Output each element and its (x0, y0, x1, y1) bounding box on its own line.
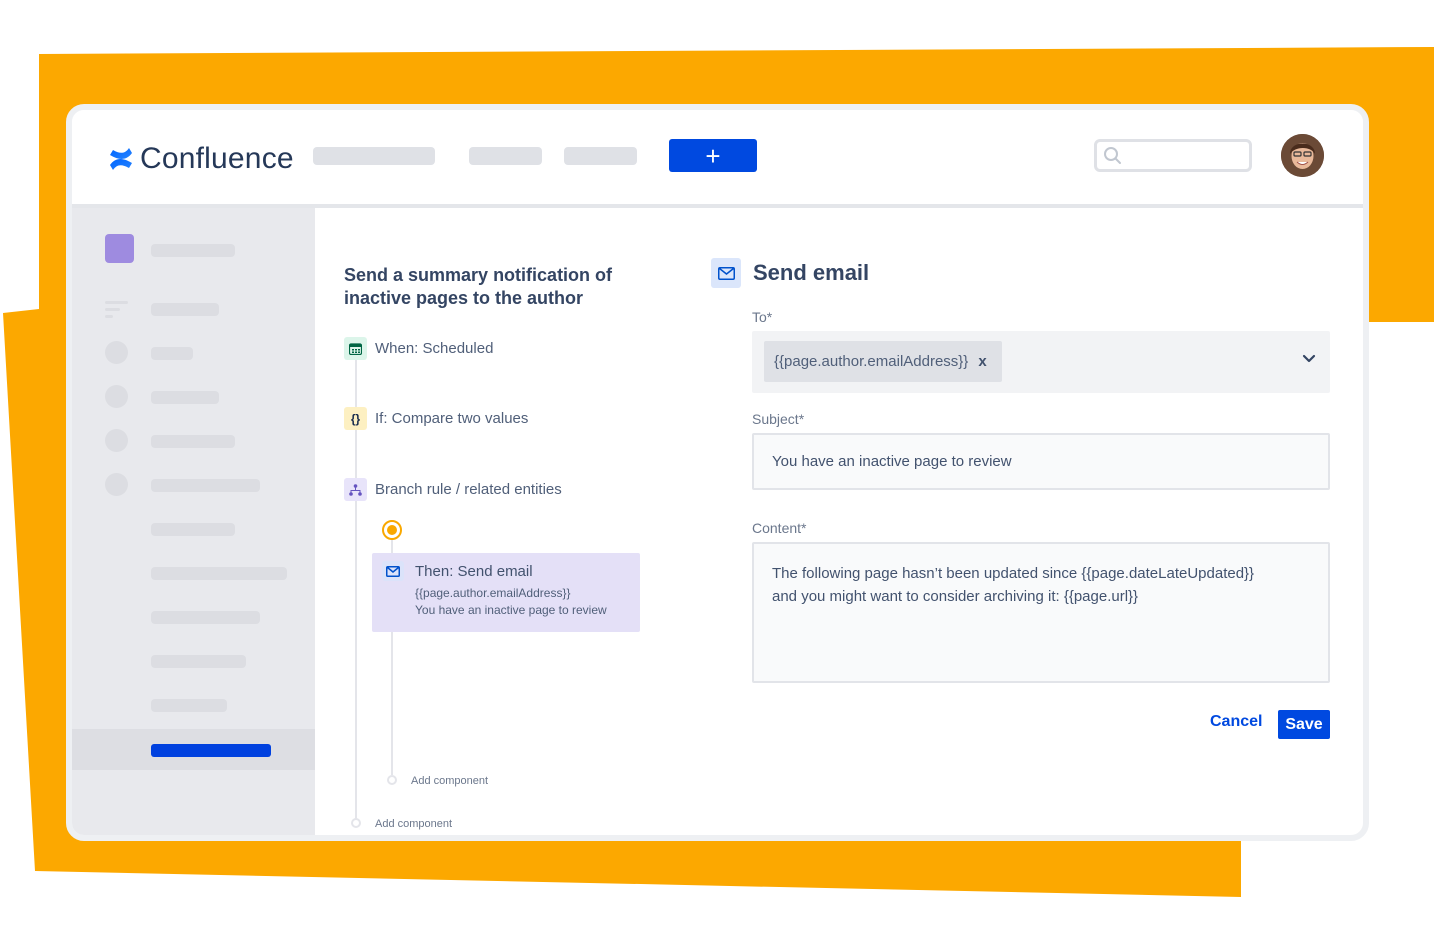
sidebar-item-placeholder[interactable] (151, 244, 235, 257)
nav-item-placeholder-3[interactable] (564, 147, 637, 165)
save-button[interactable]: Save (1278, 710, 1330, 739)
sidebar-item-circle-icon (105, 429, 128, 452)
sidebar-item-placeholder[interactable] (151, 523, 235, 536)
space-avatar[interactable] (105, 234, 134, 263)
sidebar-item-placeholder[interactable] (151, 699, 227, 712)
branch-node-indicator (382, 520, 402, 540)
form-title: Send email (753, 260, 870, 285)
then-card-subject: You have an inactive page to review (415, 603, 607, 617)
sidebar-item-circle-icon (105, 341, 128, 364)
content-label: Content* (752, 520, 807, 536)
subject-label: Subject* (752, 411, 805, 427)
add-component-inner-link[interactable]: Add component (411, 775, 488, 787)
app-name: Confluence (140, 142, 294, 175)
sidebar-item-circle-icon (105, 385, 128, 408)
step-label: If: Compare two values (375, 410, 529, 427)
step-branch-rule[interactable]: Branch rule / related entities (344, 478, 562, 501)
to-label: To* (752, 309, 773, 325)
calendar-icon (344, 337, 367, 360)
confluence-logo[interactable]: Confluence (108, 142, 294, 176)
filter-lines-icon (105, 301, 128, 322)
sidebar-item-placeholder[interactable] (151, 611, 260, 624)
then-card-title: Then: Send email (415, 563, 533, 580)
add-component-ring-icon (351, 818, 361, 828)
chevron-down-icon[interactable] (1302, 354, 1316, 363)
sidebar-item-placeholder[interactable] (151, 655, 246, 668)
rule-title: Send a summary notification of inactive … (344, 265, 613, 308)
to-select[interactable]: {{page.author.emailAddress}} x (752, 331, 1330, 393)
content-textarea[interactable]: The following page hasn’t been updated s… (752, 542, 1330, 683)
search-icon (1104, 147, 1121, 164)
mail-icon (382, 561, 404, 581)
create-button[interactable]: + (669, 139, 757, 172)
step-when-scheduled[interactable]: When: Scheduled (344, 337, 493, 360)
content-line: and you might want to consider archiving… (772, 588, 1139, 605)
sidebar-item-placeholder[interactable] (151, 303, 219, 316)
step-label: Branch rule / related entities (375, 481, 562, 498)
sidebar-item-circle-icon (105, 473, 128, 496)
step-if-compare[interactable]: {} If: Compare two values (344, 407, 528, 430)
recipient-chip-text: {{page.author.emailAddress}} (774, 353, 969, 370)
nav-item-placeholder-2[interactable] (469, 147, 542, 165)
remove-chip-button[interactable]: x (978, 353, 986, 370)
step-label: When: Scheduled (375, 340, 494, 357)
then-card-recipient: {{page.author.emailAddress}} (415, 586, 571, 600)
app-window: Confluence + Send a summary notification… (66, 104, 1369, 841)
sidebar-item-placeholder[interactable] (151, 391, 219, 404)
recipient-chip: {{page.author.emailAddress}} x (764, 341, 1002, 382)
content-line: The following page hasn’t been updated s… (772, 565, 1255, 582)
user-photo-icon (1281, 134, 1324, 177)
sidebar-item-placeholder[interactable] (151, 567, 287, 580)
mail-icon (711, 258, 741, 288)
sidebar-item-placeholder[interactable] (151, 479, 260, 492)
branch-icon (344, 478, 367, 501)
sidebar (72, 208, 315, 835)
search-input[interactable] (1094, 139, 1252, 172)
sidebar-item-placeholder[interactable] (151, 347, 193, 360)
confluence-logo-icon (110, 148, 132, 170)
form-header: Send email (711, 258, 869, 288)
top-nav: Confluence + (72, 110, 1363, 208)
add-component-ring-icon (387, 775, 397, 785)
sidebar-item-placeholder[interactable] (151, 435, 235, 448)
subject-input[interactable]: You have an inactive page to review (752, 433, 1330, 490)
braces-icon: {} (344, 407, 367, 430)
user-avatar[interactable] (1281, 134, 1324, 177)
add-component-outer-link[interactable]: Add component (375, 818, 452, 830)
sidebar-active-indicator (151, 744, 271, 757)
cancel-button[interactable]: Cancel (1210, 713, 1262, 731)
plus-icon: + (705, 140, 721, 171)
nav-item-placeholder-1[interactable] (313, 147, 435, 165)
step-then-send-email[interactable]: Then: Send email {{page.author.emailAddr… (372, 553, 640, 632)
